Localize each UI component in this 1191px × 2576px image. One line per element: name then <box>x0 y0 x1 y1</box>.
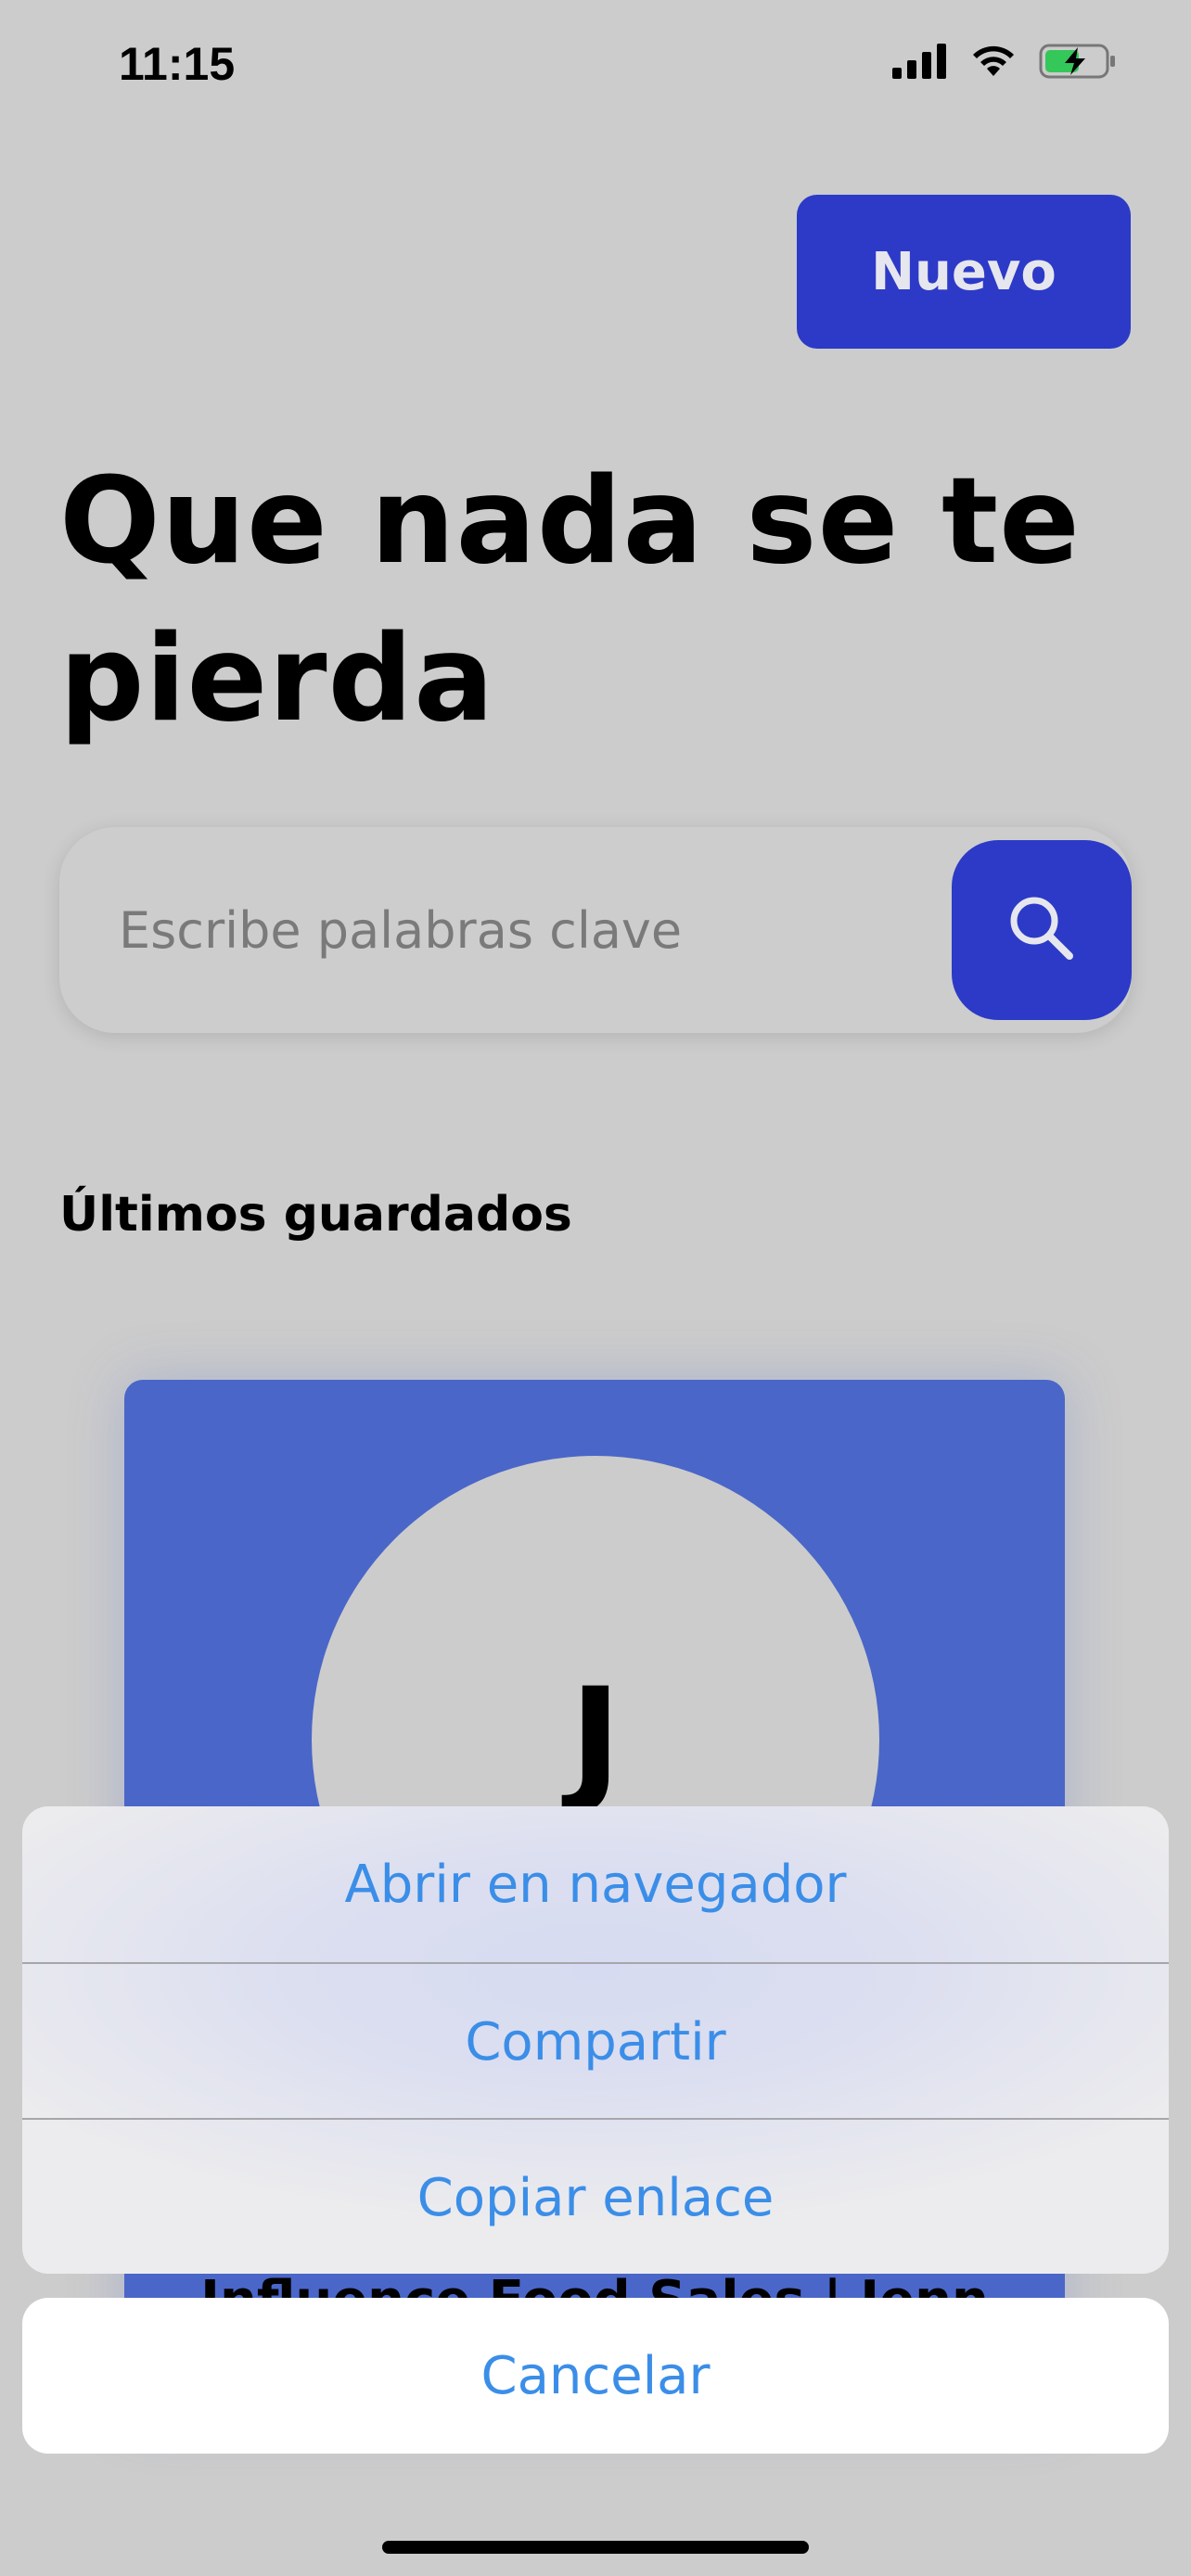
page-title: Que nada se te pierda <box>59 443 1135 759</box>
status-time: 11:15 <box>119 38 236 90</box>
copy-link-button[interactable]: Copiar enlace <box>22 2120 1169 2274</box>
cancel-button[interactable]: Cancelar <box>22 2298 1169 2454</box>
new-button[interactable]: Nuevo <box>797 195 1131 349</box>
search-button[interactable] <box>952 840 1132 1020</box>
status-icons <box>892 43 1117 83</box>
home-indicator[interactable] <box>382 2541 809 2554</box>
section-title: Últimos guardados <box>59 1187 572 1243</box>
search-placeholder: Escribe palabras clave <box>119 900 683 960</box>
page-title-line-1: Que nada se te <box>59 453 1081 591</box>
action-sheet: Abrir en navegador Compartir Copiar enla… <box>22 1806 1169 2274</box>
cellular-signal-icon <box>892 44 948 83</box>
search-icon <box>1003 889 1081 971</box>
status-bar: 11:15 <box>0 0 1191 130</box>
share-button[interactable]: Compartir <box>22 1964 1169 2120</box>
wifi-icon <box>968 43 1018 83</box>
page-title-line-2: pierda <box>59 610 495 748</box>
battery-charging-icon <box>1039 43 1117 83</box>
open-in-browser-button[interactable]: Abrir en navegador <box>22 1806 1169 1962</box>
